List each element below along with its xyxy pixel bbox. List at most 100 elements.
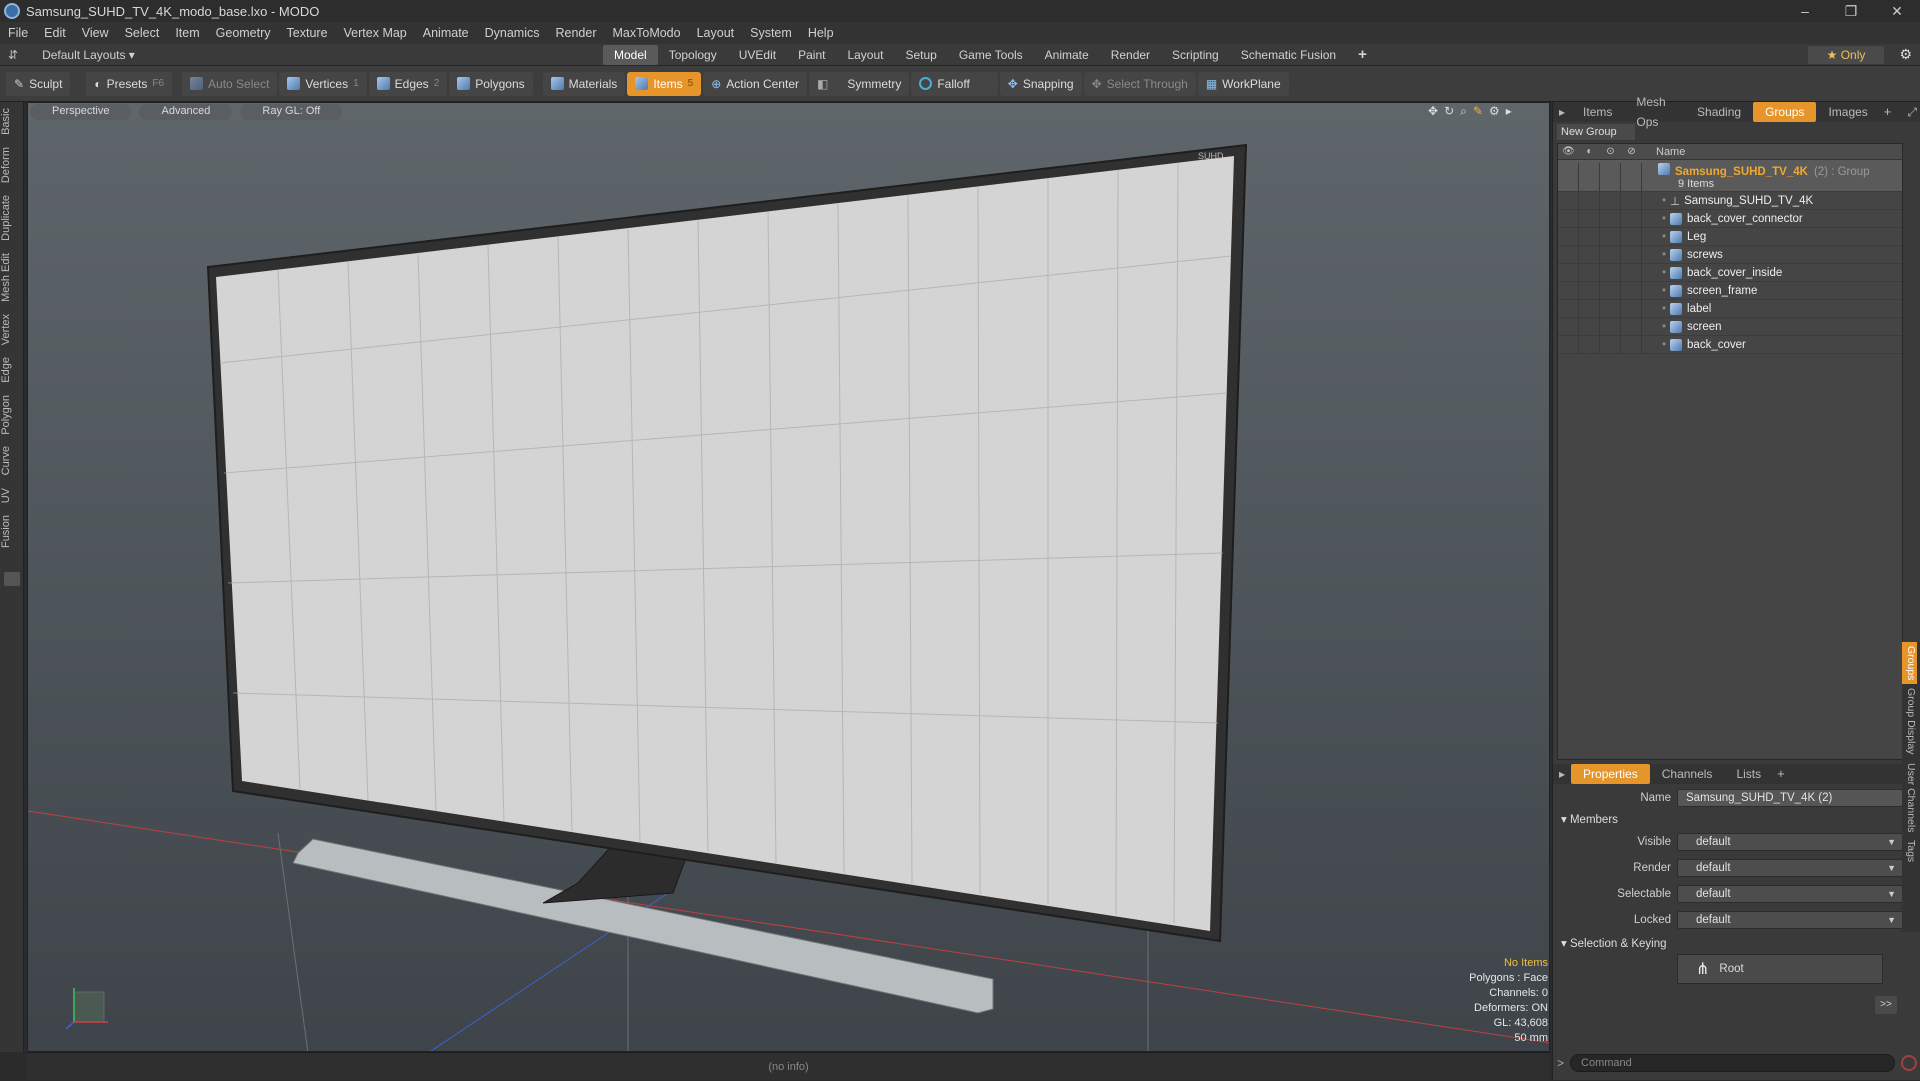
left-tab-vertex[interactable]: Vertex <box>0 308 17 351</box>
left-tab-uv[interactable]: UV <box>0 482 17 509</box>
list-item[interactable]: • screen_frame <box>1558 281 1902 300</box>
menu-animate[interactable]: Animate <box>415 26 477 40</box>
layouts-selector[interactable]: ⇵ Default Layouts ▾ <box>8 44 135 66</box>
workplane-button[interactable]: ▦ WorkPlane <box>1197 71 1289 96</box>
side-tab-group-display[interactable]: Group Display <box>1902 684 1917 759</box>
side-tab-user-channels[interactable]: User Channels <box>1902 759 1917 836</box>
locked-dropdown[interactable]: default ▼ <box>1677 911 1903 929</box>
side-tab-groups[interactable]: Groups <box>1902 642 1917 685</box>
items-button[interactable]: Items 5 <box>627 71 702 96</box>
tab-layout[interactable]: Layout <box>836 45 894 65</box>
menu-maxtomodo[interactable]: MaxToModo <box>605 26 689 40</box>
panel-tab-handle-icon[interactable]: ▸ <box>1553 102 1571 122</box>
tab-channels[interactable]: Channels <box>1650 764 1725 784</box>
tab-schematic-fusion[interactable]: Schematic Fusion <box>1230 45 1347 65</box>
edges-button[interactable]: Edges 2 <box>368 71 448 96</box>
left-tab-duplicate[interactable]: Duplicate <box>0 189 17 247</box>
layout-switch-icon[interactable]: ⇵ <box>8 48 18 62</box>
maximize-button[interactable]: ❐ <box>1828 0 1874 22</box>
list-item[interactable]: • ⊥ Samsung_SUHD_TV_4K <box>1558 191 1902 210</box>
selectable-dropdown[interactable]: default ▼ <box>1677 885 1903 903</box>
tab-model[interactable]: Model <box>603 45 658 65</box>
tab-animate[interactable]: Animate <box>1034 45 1100 65</box>
menu-render[interactable]: Render <box>548 26 605 40</box>
selection-keying-section[interactable]: ▾ Selection & Keying <box>1561 936 1667 950</box>
3d-viewport[interactable]: SUHD <box>27 102 1550 1052</box>
presets-button[interactable]: ◐ Presets F6 <box>86 71 173 96</box>
tab-game-tools[interactable]: Game Tools <box>948 45 1034 65</box>
viewport-more-icon[interactable]: ▸ <box>1506 104 1512 119</box>
falloff-button[interactable]: Falloff <box>911 71 998 96</box>
gear-icon[interactable]: ⚙ <box>1899 46 1912 63</box>
menu-select[interactable]: Select <box>117 26 168 40</box>
raygl-toggle[interactable]: Ray GL: Off <box>240 104 343 120</box>
lock-column-icon[interactable]: ⊘ <box>1621 146 1642 157</box>
move-view-icon[interactable]: ✥ <box>1428 104 1438 119</box>
properties-tab-handle-icon[interactable]: ▸ <box>1553 764 1571 784</box>
panel-tab-images[interactable]: Images <box>1816 102 1879 122</box>
command-history-icon[interactable] <box>1901 1055 1917 1071</box>
list-item[interactable]: • back_cover <box>1558 335 1902 354</box>
default-layouts-dropdown[interactable]: Default Layouts ▾ <box>42 48 135 62</box>
left-tab-polygon[interactable]: Polygon <box>0 389 17 441</box>
minimize-button[interactable]: – <box>1782 0 1828 22</box>
panel-tab-groups[interactable]: Groups <box>1753 102 1817 122</box>
list-item[interactable]: • Leg <box>1558 227 1902 246</box>
action-center-button[interactable]: ⊕ Action Center <box>703 71 807 96</box>
vertices-button[interactable]: Vertices 1 <box>279 71 367 96</box>
left-tab-mesh-edit[interactable]: Mesh Edit <box>0 247 17 308</box>
menu-item[interactable]: Item <box>167 26 207 40</box>
list-item[interactable]: • back_cover_connector <box>1558 209 1902 228</box>
viewport-settings-icon[interactable]: ⚙ <box>1489 104 1500 119</box>
zoom-view-icon[interactable]: ⌕ <box>1460 104 1467 119</box>
select-column-icon[interactable]: ⊙ <box>1600 146 1621 157</box>
list-item[interactable]: • screws <box>1558 245 1902 264</box>
tab-properties[interactable]: Properties <box>1571 764 1650 784</box>
materials-button[interactable]: Materials <box>542 71 626 96</box>
left-tab-extra-icon[interactable] <box>4 572 20 587</box>
tab-paint[interactable]: Paint <box>787 45 836 65</box>
visibility-eye-icon[interactable]: 👁 <box>1558 146 1579 157</box>
left-tab-edge[interactable]: Edge <box>0 351 17 389</box>
close-button[interactable]: ✕ <box>1874 0 1920 22</box>
list-item[interactable]: • back_cover_inside <box>1558 263 1902 282</box>
tab-scripting[interactable]: Scripting <box>1161 45 1230 65</box>
root-button[interactable]: ⋔ Root <box>1677 954 1883 984</box>
select-through-button[interactable]: ✥ Select Through <box>1083 71 1196 96</box>
rotate-view-icon[interactable]: ↻ <box>1444 104 1454 119</box>
pin-icon[interactable]: ✎ <box>1473 104 1483 119</box>
menu-dynamics[interactable]: Dynamics <box>477 26 548 40</box>
new-group-button[interactable]: New Group <box>1557 124 1635 140</box>
tab-lists[interactable]: Lists <box>1724 764 1773 784</box>
name-field[interactable]: Samsung_SUHD_TV_4K (2) <box>1677 789 1903 807</box>
add-properties-tab-button[interactable]: + <box>1773 764 1789 784</box>
panel-tab-items[interactable]: Items <box>1571 102 1624 122</box>
panel-tab-shading[interactable]: Shading <box>1685 102 1753 122</box>
members-section[interactable]: ▾ Members <box>1561 812 1618 826</box>
sculpt-button[interactable]: ✎ Sculpt <box>6 71 71 96</box>
menu-edit[interactable]: Edit <box>36 26 74 40</box>
menu-help[interactable]: Help <box>800 26 842 40</box>
add-panel-tab-button[interactable]: + <box>1880 102 1896 122</box>
visible-dropdown[interactable]: default ▼ <box>1677 833 1903 851</box>
auto-select-button[interactable]: Auto Select <box>182 71 278 96</box>
list-item[interactable]: • label <box>1558 299 1902 318</box>
more-button[interactable]: >> <box>1875 996 1897 1014</box>
shading-dropdown[interactable]: Advanced <box>139 104 233 120</box>
add-tab-button[interactable]: + <box>1347 45 1378 65</box>
menu-texture[interactable]: Texture <box>279 26 336 40</box>
command-input[interactable]: Command <box>1570 1054 1895 1072</box>
side-tab-tags[interactable]: Tags <box>1902 836 1917 866</box>
tab-setup[interactable]: Setup <box>894 45 947 65</box>
view-mode-dropdown[interactable]: Perspective <box>30 104 132 120</box>
tab-render[interactable]: Render <box>1100 45 1161 65</box>
menu-geometry[interactable]: Geometry <box>208 26 279 40</box>
menu-vertex-map[interactable]: Vertex Map <box>336 26 415 40</box>
render-column-icon[interactable]: ◐ <box>1579 146 1600 157</box>
group-row[interactable]: Samsung_SUHD_TV_4K (2) : Group 9 Items <box>1558 160 1902 195</box>
snapping-button[interactable]: ✥ Snapping <box>999 71 1082 96</box>
symmetry-button[interactable]: ◧ Symmetry <box>808 71 910 96</box>
render-dropdown[interactable]: default ▼ <box>1677 859 1903 877</box>
left-tab-basic[interactable]: Basic <box>0 102 17 141</box>
expand-panel-icon[interactable]: ⤢ <box>1903 102 1920 122</box>
